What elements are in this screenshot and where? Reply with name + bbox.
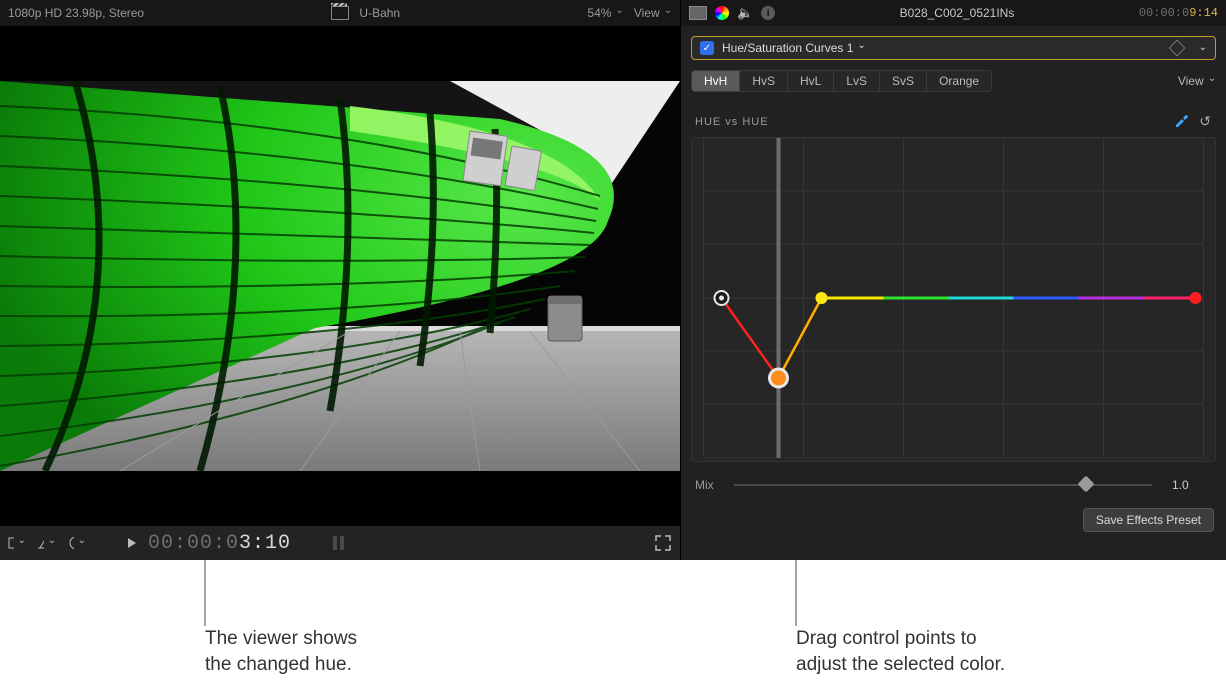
timecode-dim: 00:00:0 (148, 532, 239, 555)
viewer-toolbar: 1080p HD 23.98p, Stereo U-Bahn 54% View (0, 0, 680, 26)
inspector-panel: i B028_C002_0521INs 00:00:09:14 ✓ Hue/Sa… (680, 0, 1226, 560)
tab-orange[interactable]: Orange (927, 71, 991, 91)
keyframe-icon[interactable] (1168, 40, 1185, 57)
inspector-timecode: 00:00:09:14 (1139, 6, 1218, 20)
tab-lvs[interactable]: LvS (834, 71, 880, 91)
app-window: 1080p HD 23.98p, Stereo U-Bahn 54% View (0, 0, 1226, 560)
clip-appearance-dropdown[interactable] (68, 536, 86, 550)
transform-tool-dropdown[interactable] (8, 536, 26, 550)
viewer-view-dropdown[interactable]: View (634, 6, 672, 20)
mix-label: Mix (695, 478, 714, 492)
viewer-canvas[interactable] (0, 26, 680, 526)
timecode-display[interactable]: 00:00:03:10 (148, 532, 291, 555)
effect-name-dropdown[interactable]: Hue/Saturation Curves 1 (722, 41, 866, 55)
caption-viewer: The viewer shows the changed hue. (205, 626, 357, 692)
viewer-panel: 1080p HD 23.98p, Stereo U-Bahn 54% View (0, 0, 680, 560)
viewer-image (0, 81, 680, 471)
curve-point-yellow[interactable] (816, 292, 828, 304)
curve-area: HUE vs HUE ↺ (691, 104, 1216, 462)
color-inspector-icon[interactable] (715, 6, 729, 20)
effect-menu-chevron-icon[interactable] (1199, 41, 1207, 55)
mix-value: 1.0 (1172, 478, 1212, 492)
caption-curve: Drag control points to adjust the select… (796, 626, 1226, 692)
tab-hvl[interactable]: HvL (788, 71, 834, 91)
info-inspector-icon[interactable]: i (761, 6, 775, 20)
curve-tabs: HvH HvS HvL LvS SvS Orange (691, 70, 992, 92)
retime-tool-dropdown[interactable] (38, 536, 56, 550)
clip-format: 1080p HD 23.98p, Stereo (8, 6, 144, 20)
clapperboard-icon[interactable] (331, 6, 349, 20)
timecode-active: 3:10 (239, 532, 291, 555)
inspector-view-dropdown[interactable]: View (1178, 74, 1216, 88)
audio-meter (329, 533, 349, 553)
play-button[interactable] (128, 538, 136, 548)
save-effects-preset-button[interactable]: Save Effects Preset (1083, 508, 1214, 532)
audio-inspector-icon[interactable] (737, 5, 753, 21)
tab-hvh[interactable]: HvH (692, 71, 740, 91)
tab-hvs[interactable]: HvS (740, 71, 788, 91)
curve-tabs-row: HvH HvS HvL LvS SvS Orange View (681, 70, 1226, 98)
mix-slider[interactable] (734, 476, 1152, 494)
zoom-dropdown[interactable]: 54% (587, 6, 623, 20)
inspector-header: i B028_C002_0521INs 00:00:09:14 (681, 0, 1226, 26)
hue-curve-editor[interactable] (691, 137, 1216, 462)
inspector-clip-name: B028_C002_0521INs (783, 6, 1131, 20)
effect-header[interactable]: ✓ Hue/Saturation Curves 1 (691, 36, 1216, 60)
fullscreen-button[interactable] (654, 536, 672, 550)
curve-point-end[interactable] (1190, 292, 1202, 304)
viewer-transport: 00:00:03:10 (0, 526, 680, 560)
tab-svs[interactable]: SvS (880, 71, 927, 91)
curve-point-active[interactable] (770, 369, 788, 387)
clip-name: U-Bahn (359, 6, 400, 20)
effect-enable-checkbox[interactable]: ✓ (700, 41, 714, 55)
curve-title: HUE vs HUE (695, 116, 769, 128)
eyedropper-icon[interactable] (1173, 112, 1189, 131)
mix-row: Mix 1.0 (695, 476, 1212, 494)
reset-icon[interactable]: ↺ (1199, 113, 1212, 130)
video-inspector-icon[interactable] (689, 6, 707, 20)
